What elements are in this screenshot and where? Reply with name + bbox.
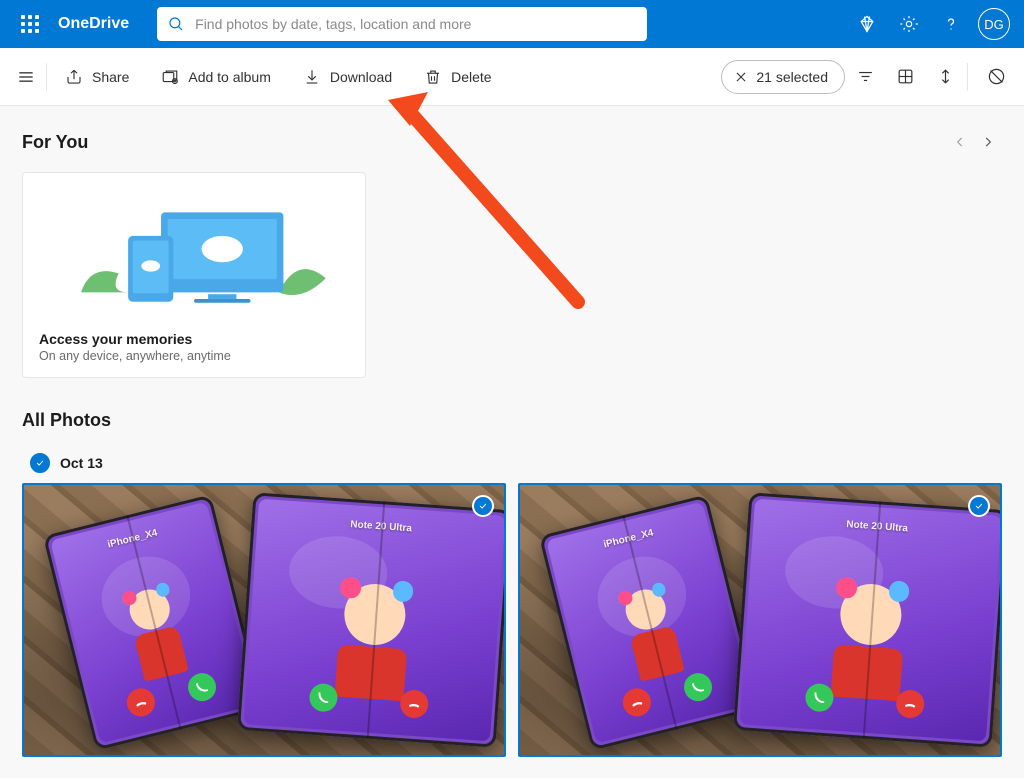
date-group-header[interactable]: Oct 13: [30, 453, 1024, 473]
for-you-title: For You: [22, 132, 88, 153]
command-bar: Share Add to album Download Delete 21 se…: [0, 48, 1024, 106]
settings-icon[interactable]: [888, 0, 930, 48]
date-group-label: Oct 13: [60, 455, 103, 471]
filter-icon[interactable]: [845, 48, 885, 106]
memories-card[interactable]: Access your memories On any device, anyw…: [22, 172, 366, 378]
brand-title[interactable]: OneDrive: [58, 15, 129, 33]
check-icon: [477, 501, 489, 511]
photo-item[interactable]: iPhone_X4 Note 20 Ultra: [518, 483, 1002, 757]
accept-call-icon: [804, 682, 834, 712]
photo-selected-checkbox[interactable]: [968, 495, 990, 517]
nav-toggle-icon[interactable]: [8, 48, 44, 106]
check-icon: [973, 501, 985, 511]
decline-call-icon: [400, 689, 430, 719]
date-group-checkbox[interactable]: [30, 453, 50, 473]
share-button[interactable]: Share: [55, 62, 139, 92]
delete-label: Delete: [451, 69, 491, 85]
download-icon: [303, 68, 321, 86]
phone-right: Note 20 Ultra: [237, 492, 506, 747]
delete-button[interactable]: Delete: [414, 62, 501, 92]
selection-count-chip[interactable]: 21 selected: [721, 60, 845, 94]
selection-count-label: 21 selected: [756, 69, 828, 85]
decline-call-icon: [124, 685, 158, 719]
add-to-album-button[interactable]: Add to album: [151, 62, 281, 92]
search-icon: [167, 15, 185, 33]
help-icon[interactable]: [930, 0, 972, 48]
for-you-header: For You: [22, 128, 1024, 156]
app-launcher-icon[interactable]: [6, 0, 54, 48]
search-input[interactable]: [195, 16, 637, 32]
trash-icon: [424, 68, 442, 86]
for-you-next-button[interactable]: [974, 128, 1002, 156]
check-icon: [34, 458, 46, 468]
memories-illustration: [25, 175, 363, 325]
sort-icon[interactable]: [925, 48, 965, 106]
all-photos-title: All Photos: [22, 410, 1024, 431]
download-button[interactable]: Download: [293, 62, 402, 92]
search-box[interactable]: [157, 7, 647, 41]
add-to-album-label: Add to album: [188, 69, 271, 85]
decline-call-icon: [896, 689, 926, 719]
divider: [967, 63, 968, 91]
main-content: For You Access: [0, 106, 1024, 757]
phone-right: Note 20 Ultra: [733, 492, 1002, 747]
photo-selected-checkbox[interactable]: [472, 495, 494, 517]
album-icon: [161, 68, 179, 86]
chevron-right-icon: [981, 135, 995, 149]
info-icon[interactable]: [976, 48, 1016, 106]
download-label: Download: [330, 69, 392, 85]
app-header: OneDrive DG: [0, 0, 1024, 48]
account-avatar[interactable]: DG: [978, 8, 1010, 40]
photo-grid: iPhone_X4 Note 20 Ultra: [22, 483, 1024, 757]
divider: [46, 63, 47, 91]
memories-card-title: Access your memories: [25, 325, 363, 349]
memories-card-subtitle: On any device, anywhere, anytime: [25, 349, 363, 363]
accept-call-icon: [308, 682, 338, 712]
close-icon: [734, 70, 748, 84]
accept-call-icon: [681, 670, 715, 704]
view-toggle-icon[interactable]: [885, 48, 925, 106]
share-icon: [65, 68, 83, 86]
share-label: Share: [92, 69, 129, 85]
photo-item[interactable]: iPhone_X4 Note 20 Ultra: [22, 483, 506, 757]
premium-icon[interactable]: [846, 0, 888, 48]
decline-call-icon: [620, 685, 654, 719]
accept-call-icon: [185, 670, 219, 704]
for-you-prev-button[interactable]: [946, 128, 974, 156]
waffle-icon: [21, 15, 39, 33]
chevron-left-icon: [953, 135, 967, 149]
